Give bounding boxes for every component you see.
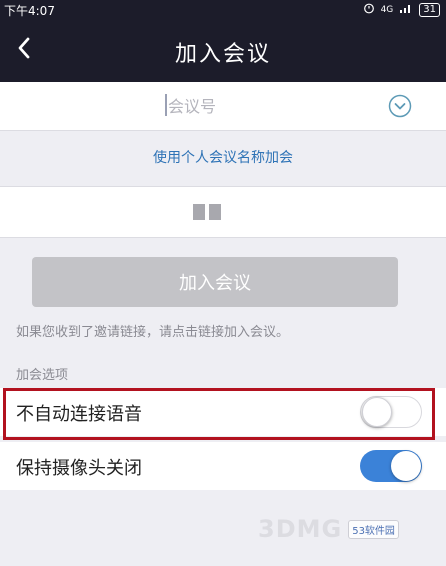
toggle-knob [391, 451, 421, 481]
option-label-camera-off: 保持摄像头关闭 [16, 458, 142, 479]
blurred-name [193, 204, 221, 220]
watermark-badge: 53软件园 [348, 519, 399, 539]
network-label: 4G [380, 4, 394, 15]
join-meeting-button[interactable]: 加入会议 [32, 257, 398, 307]
personal-meeting-name-link[interactable]: 使用个人会议名称加会 [0, 136, 446, 180]
page-title: 加入会议 [174, 42, 271, 67]
toggle-knob [362, 397, 392, 427]
invite-link-hint: 如果您收到了邀请链接，请点击链接加入会议。 [16, 325, 290, 340]
option-row-no-auto-audio: 不自动连接语音 [0, 388, 446, 436]
meeting-id-input[interactable] [60, 88, 324, 124]
join-options-label: 加会选项 [16, 368, 69, 383]
option-row-camera-off: 保持摄像头关闭 [0, 442, 446, 490]
meeting-history-dropdown-button[interactable] [388, 94, 412, 118]
camera-off-toggle[interactable] [360, 450, 422, 482]
no-auto-audio-toggle[interactable] [360, 396, 422, 428]
chevron-down-circle-icon [388, 94, 412, 122]
battery-level: 31 [423, 3, 436, 15]
alarm-icon [363, 2, 375, 17]
status-icons: 4G 31 [363, 2, 440, 17]
status-bar: 下午4:07 4G 31 [0, 0, 446, 20]
option-label-no-auto-audio: 不自动连接语音 [16, 404, 142, 425]
watermark: 3DMG 53软件园 [258, 515, 399, 543]
display-name-row [0, 186, 446, 238]
display-name-input[interactable] [60, 195, 390, 231]
watermark-logo-text: 3DMG [258, 515, 343, 543]
status-time: 下午4:07 [4, 4, 55, 18]
meeting-id-row [0, 82, 446, 131]
signal-icon [399, 2, 413, 17]
text-caret [165, 94, 167, 116]
battery-icon: 31 [419, 2, 440, 17]
title-bar: 加入会议 [0, 20, 446, 82]
